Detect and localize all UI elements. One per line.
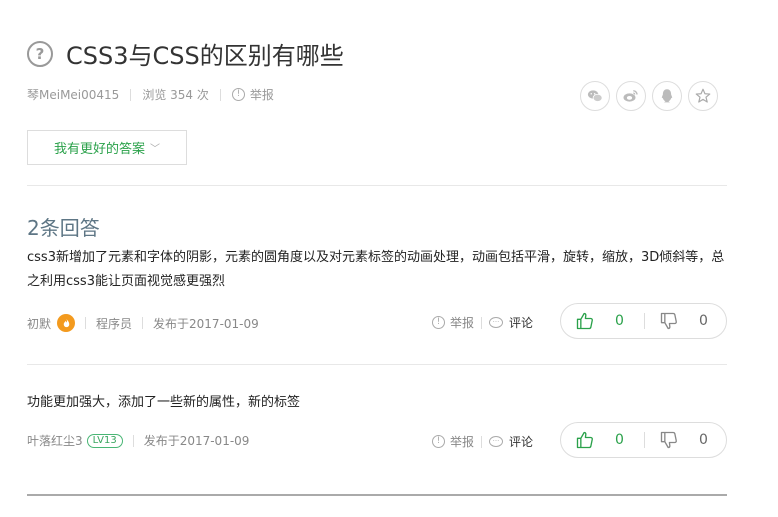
level-badge: LV13 — [86, 433, 123, 448]
comment-button[interactable]: ··· 评论 — [489, 433, 533, 450]
report-label: 举报 — [249, 88, 274, 102]
fire-badge-icon — [57, 314, 76, 332]
answer-divider — [27, 364, 727, 365]
divider — [219, 88, 221, 101]
vote-box: 0 0 — [560, 303, 727, 339]
author-role: 程序员 — [96, 316, 133, 331]
publish-date: 发布于2017-01-09 — [153, 316, 259, 331]
question-report-button[interactable]: ! 举报 — [231, 86, 274, 103]
thumbs-down-icon — [660, 431, 677, 449]
question-meta: 琴MeiMei00415 浏览 354 次 ! 举报 — [27, 86, 274, 103]
better-answer-button[interactable]: 我有更好的答案 ﹀ — [27, 130, 187, 165]
upvote-count: 0 — [615, 313, 624, 329]
question-author-link[interactable]: 琴MeiMei00415 — [27, 86, 119, 103]
divider — [130, 88, 132, 101]
answer-author-link[interactable]: 初默 — [27, 315, 51, 332]
report-label: 举报 — [450, 435, 475, 449]
answer-meta: 叶落红尘3 LV13 发布于2017-01-09 — [27, 432, 249, 449]
share-bar — [580, 81, 724, 111]
comment-icon: ··· — [489, 317, 504, 328]
wechat-share-button[interactable] — [580, 81, 610, 111]
answer-meta: 初默 程序员 发布于2017-01-09 — [27, 314, 259, 332]
weibo-share-button[interactable] — [616, 81, 646, 111]
question-circle-icon: ? — [27, 40, 53, 67]
chevron-down-icon: ﹀ — [150, 144, 160, 155]
wechat-icon — [587, 90, 603, 102]
thumbs-up-icon — [576, 431, 593, 449]
answer-author-link[interactable]: 叶落红尘3 — [27, 432, 83, 449]
divider — [85, 317, 87, 329]
upvote-count: 0 — [615, 432, 624, 448]
divider — [481, 435, 483, 448]
upvote-button[interactable]: 0 — [561, 430, 644, 450]
report-label: 举报 — [450, 316, 475, 330]
divider — [132, 434, 134, 447]
publish-date: 发布于2017-01-09 — [143, 434, 250, 448]
weibo-icon — [623, 90, 638, 102]
divider — [142, 317, 144, 329]
comment-button[interactable]: ··· 评论 — [489, 314, 533, 331]
divider — [481, 316, 483, 329]
thumbs-down-icon — [660, 312, 677, 330]
downvote-count: 0 — [699, 432, 708, 448]
favorite-button[interactable] — [688, 81, 718, 111]
answer-actions: ! 举报 ··· 评论 — [432, 433, 533, 450]
downvote-button[interactable]: 0 — [645, 311, 708, 331]
downvote-button[interactable]: 0 — [645, 430, 708, 450]
upvote-button[interactable]: 0 — [561, 311, 644, 331]
alert-circle-icon: ! — [432, 435, 445, 448]
section-divider — [27, 185, 727, 186]
qq-share-button[interactable] — [652, 81, 682, 111]
answer-body: css3新增加了元素和字体的阴影，元素的圆角度以及对元素标签的动画处理，动画包括… — [27, 250, 725, 289]
answer-body: 功能更加强大，添加了一些新的属性，新的标签 — [27, 395, 301, 410]
bottom-divider — [27, 494, 727, 496]
vote-box: 0 0 — [560, 422, 727, 458]
thumbs-up-icon — [576, 312, 593, 330]
alert-circle-icon: ! — [432, 316, 445, 329]
comment-label: 评论 — [509, 435, 534, 449]
qq-icon — [661, 89, 673, 103]
comment-icon: ··· — [489, 436, 504, 447]
star-icon — [695, 88, 711, 103]
answer-count: 2条回答 — [27, 216, 100, 240]
question-header: ? CSS3与CSS的区别有哪些 — [27, 36, 344, 71]
better-answer-label: 我有更好的答案 — [53, 142, 145, 157]
answer-actions: ! 举报 ··· 评论 — [432, 314, 533, 331]
question-title: CSS3与CSS的区别有哪些 — [66, 42, 344, 70]
answer-report-button[interactable]: ! 举报 — [432, 433, 474, 450]
alert-circle-icon: ! — [231, 88, 245, 101]
comment-label: 评论 — [509, 316, 534, 330]
downvote-count: 0 — [699, 313, 708, 329]
answer-report-button[interactable]: ! 举报 — [432, 314, 474, 331]
view-count: 浏览 354 次 — [142, 88, 209, 102]
